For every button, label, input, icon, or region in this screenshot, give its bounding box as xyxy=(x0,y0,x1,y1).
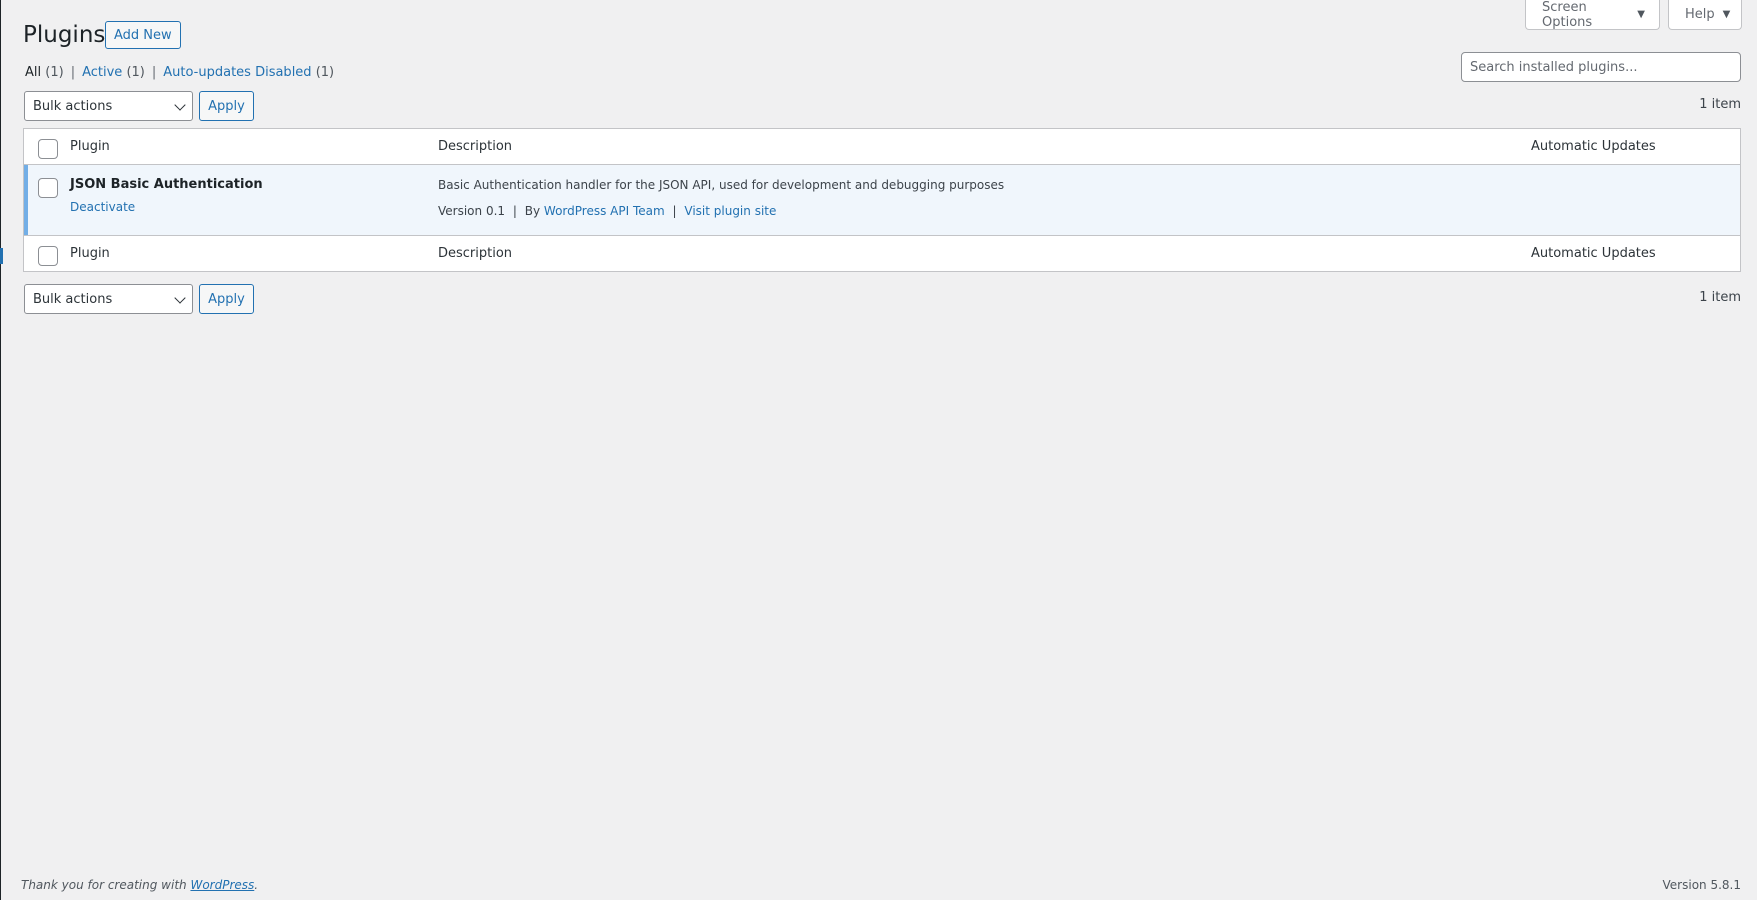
footer-version: Version 5.8.1 xyxy=(1662,878,1741,892)
filter-active-count: (1) xyxy=(126,65,145,80)
screen-meta-links: Screen Options ▼ Help ▼ xyxy=(1525,0,1742,30)
column-header-automatic-updates: Automatic Updates xyxy=(1531,139,1656,154)
bulk-actions-select-bottom[interactable]: Bulk actions xyxy=(24,284,193,314)
filter-all[interactable]: All (1) xyxy=(25,65,64,80)
plugins-table: Plugin Description Automatic Updates JSO… xyxy=(23,128,1741,272)
help-label: Help xyxy=(1685,7,1715,22)
filter-active-label[interactable]: Active xyxy=(82,65,122,80)
bulk-actions-value: Bulk actions xyxy=(33,291,113,307)
filter-auto-updates-disabled[interactable]: Auto-updates Disabled (1) xyxy=(163,65,334,80)
search-plugins-input[interactable] xyxy=(1461,52,1741,82)
filter-all-label: All xyxy=(25,65,42,80)
help-button[interactable]: Help ▼ xyxy=(1668,0,1742,30)
wordpress-link[interactable]: WordPress xyxy=(190,878,254,892)
column-footer-plugin: Plugin xyxy=(70,246,110,261)
plugin-checkbox[interactable] xyxy=(38,178,58,198)
apply-button[interactable]: Apply xyxy=(199,91,254,121)
screen-options-label: Screen Options xyxy=(1542,0,1593,30)
select-all-checkbox[interactable] xyxy=(38,139,58,159)
item-count: 1 item xyxy=(1699,97,1741,112)
author-link[interactable]: WordPress API Team xyxy=(544,204,665,218)
table-row: JSON Basic Authentication Deactivate Bas… xyxy=(24,165,1740,235)
plugin-description: Basic Authentication handler for the JSO… xyxy=(438,178,1005,192)
chevron-down-icon xyxy=(174,292,186,304)
visit-plugin-site-link[interactable]: Visit plugin site xyxy=(684,204,776,218)
plugin-status-filters: All (1) | Active (1) | Auto-updates Disa… xyxy=(25,65,334,80)
filter-all-count: (1) xyxy=(45,65,64,80)
column-footer-automatic-updates: Automatic Updates xyxy=(1531,246,1656,261)
bulk-actions-select[interactable]: Bulk actions xyxy=(24,91,193,121)
column-header-plugin: Plugin xyxy=(70,139,110,154)
column-footer-description: Description xyxy=(438,246,513,261)
filter-separator: | xyxy=(151,65,157,80)
chevron-down-icon xyxy=(174,99,186,111)
plugin-name: JSON Basic Authentication xyxy=(70,177,263,192)
admin-left-edge xyxy=(0,0,1,900)
page-title: Plugins xyxy=(23,22,106,48)
footer-thankyou: Thank you for creating with WordPress. xyxy=(21,878,258,892)
plugin-meta: Version 0.1 | By WordPress API Team | Vi… xyxy=(438,204,776,218)
table-footer-row: Plugin Description Automatic Updates xyxy=(24,235,1740,271)
meta-separator: | xyxy=(512,204,517,218)
filter-auto-disabled-label[interactable]: Auto-updates Disabled xyxy=(163,65,311,80)
filter-separator: | xyxy=(70,65,76,80)
tablenav-bottom: Bulk actions Apply 1 item xyxy=(24,284,1741,314)
caret-down-icon: ▼ xyxy=(1722,9,1731,20)
footer-thanks-suffix: . xyxy=(254,878,259,892)
filter-active[interactable]: Active (1) xyxy=(82,65,145,80)
admin-menu-indicator xyxy=(0,248,3,264)
by-prefix: By xyxy=(524,204,541,218)
caret-down-icon: ▼ xyxy=(1637,9,1645,20)
footer-thanks-prefix: Thank you for creating with xyxy=(21,878,191,892)
select-all-checkbox-footer[interactable] xyxy=(38,246,58,266)
table-header-row: Plugin Description Automatic Updates xyxy=(24,129,1740,165)
screen-options-button[interactable]: Screen Options ▼ xyxy=(1525,0,1660,30)
plugin-version: Version 0.1 xyxy=(438,204,506,218)
deactivate-link[interactable]: Deactivate xyxy=(70,200,135,214)
add-new-button[interactable]: Add New xyxy=(105,21,181,49)
column-header-description: Description xyxy=(438,139,513,154)
apply-button-bottom[interactable]: Apply xyxy=(199,284,254,314)
tablenav-top: Bulk actions Apply 1 item xyxy=(24,91,1741,121)
bulk-actions-value: Bulk actions xyxy=(33,98,113,114)
meta-separator: | xyxy=(672,204,677,218)
item-count-bottom: 1 item xyxy=(1699,290,1741,305)
filter-auto-disabled-count: (1) xyxy=(315,65,335,80)
